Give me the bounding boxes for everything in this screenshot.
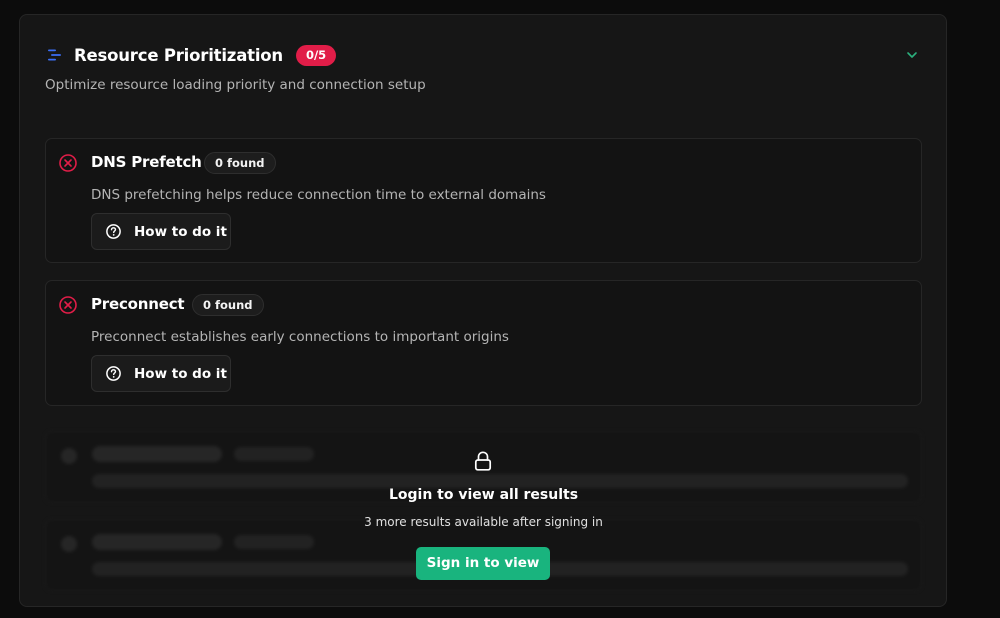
- how-to-do-it-label: How to do it: [134, 365, 227, 382]
- check-card-preconnect: Preconnect 0 found Preconnect establishe…: [45, 280, 922, 406]
- question-circle-icon: [106, 224, 121, 239]
- login-overlay: Login to view all results 3 more results…: [45, 423, 922, 593]
- how-to-do-it-button[interactable]: How to do it: [91, 213, 231, 250]
- section-subtitle: Optimize resource loading priority and c…: [45, 77, 426, 93]
- how-to-do-it-button[interactable]: How to do it: [91, 355, 231, 392]
- lock-icon: [474, 451, 492, 471]
- check-description: Preconnect establishes early connections…: [91, 329, 509, 345]
- check-card-dns-prefetch: DNS Prefetch 0 found DNS prefetching hel…: [45, 138, 922, 263]
- resource-prioritization-panel: Resource Prioritization 0/5 Optimize res…: [19, 14, 947, 607]
- locked-results-area: Login to view all results 3 more results…: [45, 423, 922, 593]
- x-circle-icon: [59, 154, 77, 172]
- score-badge: 0/5: [295, 44, 337, 66]
- chevron-down-icon[interactable]: [905, 48, 919, 62]
- login-title: Login to view all results: [388, 487, 579, 503]
- section-title: Resource Prioritization: [74, 45, 283, 65]
- found-count-badge: 0 found: [192, 294, 264, 316]
- login-subtitle: 3 more results available after signing i…: [364, 515, 603, 529]
- section-header[interactable]: Resource Prioritization 0/5: [46, 43, 337, 67]
- check-description: DNS prefetching helps reduce connection …: [91, 187, 546, 203]
- how-to-do-it-label: How to do it: [134, 223, 227, 240]
- list-lines-icon: [48, 49, 61, 61]
- found-count-badge: 0 found: [204, 152, 276, 174]
- check-title: DNS Prefetch: [91, 153, 202, 171]
- check-title: Preconnect: [91, 295, 185, 313]
- x-circle-icon: [59, 296, 77, 314]
- question-circle-icon: [106, 366, 121, 381]
- sign-in-button[interactable]: Sign in to view: [416, 547, 550, 580]
